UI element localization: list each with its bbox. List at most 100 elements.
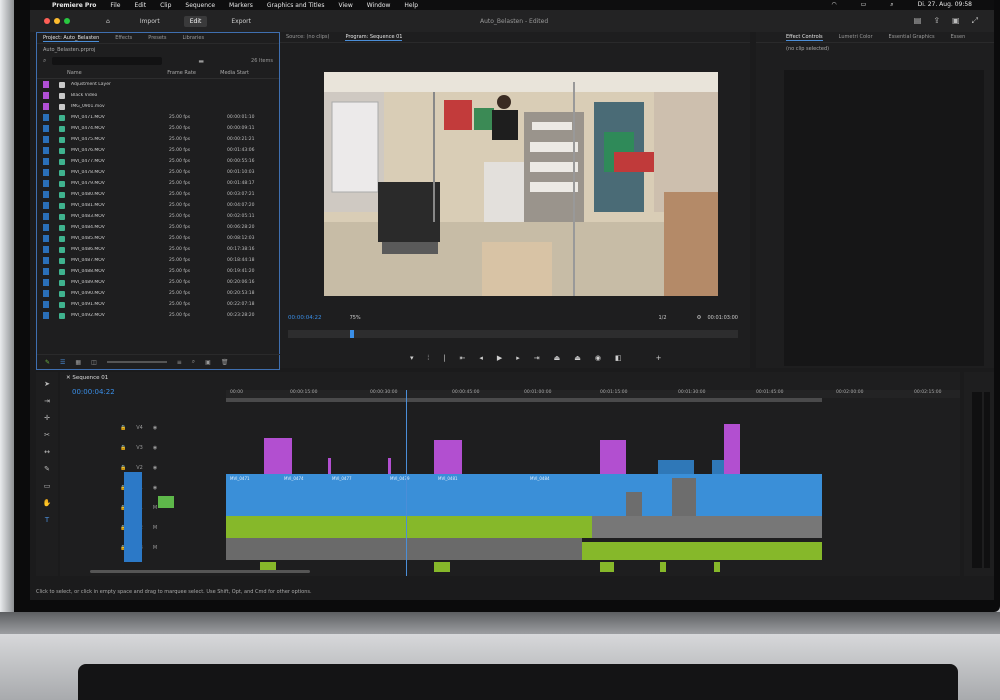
mute-icon[interactable]: M [153, 525, 157, 531]
home-icon[interactable]: ⌂ [100, 16, 116, 27]
video-clip-v1[interactable] [226, 492, 822, 518]
zoom-slider[interactable] [106, 361, 167, 363]
label-color-swatch[interactable] [43, 136, 49, 143]
adjustment-clip[interactable] [600, 440, 626, 474]
timeline-zoom-scrollbar[interactable] [90, 570, 310, 573]
quick-export-icon[interactable]: ⇪ [933, 16, 940, 26]
label-color-swatch[interactable] [43, 301, 49, 308]
label-color-swatch[interactable] [43, 103, 49, 110]
new-bin-icon[interactable]: ▬ [198, 58, 204, 65]
eye-icon[interactable]: ◉ [153, 425, 157, 431]
project-item[interactable]: MVI_0471.MOV 25.00 fps 00:00:01:10 [37, 112, 279, 123]
menu-app-name[interactable]: Premiere Pro [52, 2, 96, 9]
project-item[interactable]: MVI_0478.MOV 25.00 fps 00:01:10:03 [37, 167, 279, 178]
label-color-swatch[interactable] [43, 279, 49, 286]
extract-icon[interactable]: ⏏ [574, 354, 581, 363]
menu-item-sequence[interactable]: Sequence [185, 2, 215, 9]
project-item[interactable]: MVI_0477.MOV 25.00 fps 00:00:55:16 [37, 156, 279, 167]
audio-keyframe[interactable] [714, 562, 720, 572]
gap-clip[interactable] [626, 492, 642, 518]
tab-essential-sound[interactable]: Essen [951, 34, 966, 40]
search-icon[interactable]: ⌕ [890, 1, 893, 9]
eye-icon[interactable]: ◉ [153, 485, 157, 491]
step-forward-icon[interactable]: ▸ [516, 354, 520, 363]
slip-tool-icon[interactable]: ↔ [42, 447, 52, 457]
menu-item-clip[interactable]: Clip [160, 2, 171, 9]
project-item[interactable]: MVI_0475.MOV 25.00 fps 00:00:21:21 [37, 134, 279, 145]
label-color-swatch[interactable] [43, 169, 49, 176]
video-clip-v2[interactable] [658, 460, 694, 474]
notifications-icon[interactable]: ▣ [952, 16, 960, 26]
label-color-swatch[interactable] [43, 147, 49, 154]
gap-clip[interactable] [672, 478, 696, 518]
adjustment-clip[interactable] [434, 440, 462, 474]
trash-icon[interactable]: 🗑 [221, 359, 229, 366]
work-area-bar[interactable] [226, 398, 822, 402]
label-color-swatch[interactable] [43, 268, 49, 275]
lock-icon[interactable]: 🔒 [120, 425, 126, 431]
add-button-icon[interactable]: + [656, 354, 662, 363]
tab-libraries[interactable]: Libraries [182, 35, 204, 41]
lift-icon[interactable]: ⏏ [554, 354, 561, 363]
timeline-playhead[interactable] [406, 390, 407, 576]
menu-item-window[interactable]: Window [367, 2, 391, 9]
window-zoom-button[interactable] [64, 18, 70, 24]
project-item[interactable]: MVI_0486.MOV 25.00 fps 00:17:38:16 [37, 244, 279, 255]
project-item[interactable]: MVI_0490.MOV 25.00 fps 00:20:53:18 [37, 288, 279, 299]
window-minimize-button[interactable] [54, 18, 60, 24]
mark-out-icon[interactable]: ⦙ [428, 354, 430, 363]
adjustment-clip[interactable] [328, 458, 331, 474]
battery-icon[interactable]: ▭ [861, 1, 867, 9]
menu-item-graphics[interactable]: Graphics and Titles [267, 2, 325, 9]
project-item[interactable]: MVI_0485.MOV 25.00 fps 00:08:12:03 [37, 233, 279, 244]
new-item-icon[interactable]: ▣ [205, 359, 211, 366]
track-header[interactable]: 🔒 V4 ◉ [120, 422, 220, 434]
track-header[interactable]: 🔒 V3 ◉ [120, 442, 220, 454]
audio-clip-a1[interactable] [226, 516, 592, 538]
tab-import[interactable]: Import [134, 16, 166, 27]
mark-clip-icon[interactable]: | [443, 354, 445, 363]
adjustment-clip[interactable] [388, 458, 391, 474]
audio-clip-a1[interactable] [592, 516, 822, 538]
program-timecode[interactable]: 00:00:04:22 [288, 315, 322, 321]
audio-keyframe[interactable] [660, 562, 666, 572]
tab-lumetri-color[interactable]: Lumetri Color [839, 34, 873, 40]
project-item[interactable]: MVI_0481.MOV 25.00 fps 00:04:07:20 [37, 200, 279, 211]
compare-icon[interactable]: ◧ [615, 354, 622, 363]
video-clip-v2[interactable] [712, 460, 724, 474]
label-color-swatch[interactable] [43, 114, 49, 121]
window-close-button[interactable] [44, 18, 50, 24]
label-color-swatch[interactable] [43, 246, 49, 253]
adjustment-clip[interactable] [264, 438, 292, 474]
label-color-swatch[interactable] [43, 81, 49, 88]
search-bin-icon[interactable]: ⌕ [192, 358, 195, 366]
go-to-in-icon[interactable]: ⇤ [459, 354, 465, 363]
lock-icon[interactable]: 🔒 [120, 465, 126, 471]
tab-edit[interactable]: Edit [183, 15, 208, 27]
tab-export[interactable]: Export [225, 16, 257, 27]
tab-essential-graphics[interactable]: Essential Graphics [889, 34, 935, 40]
rectangle-tool-icon[interactable]: ▭ [42, 481, 52, 491]
audio-clip-a2[interactable] [582, 542, 822, 560]
label-color-swatch[interactable] [43, 312, 49, 319]
mute-icon[interactable]: M [153, 545, 157, 551]
icon-view-icon[interactable]: ▦ [75, 359, 81, 366]
tab-effect-controls[interactable]: Effect Controls [786, 34, 823, 41]
ripple-edit-icon[interactable]: ✛ [42, 413, 52, 423]
audio-keyframe[interactable] [600, 562, 614, 572]
project-item[interactable]: MVI_0479.MOV 25.00 fps 00:01:48:17 [37, 178, 279, 189]
pencil-icon[interactable]: ✎ [45, 359, 50, 366]
eye-icon[interactable]: ◉ [153, 445, 157, 451]
tab-source[interactable]: Source: (no clips) [286, 34, 329, 40]
eye-icon[interactable]: ◉ [153, 465, 157, 471]
step-back-icon[interactable]: ◂ [479, 354, 483, 363]
tab-presets[interactable]: Presets [148, 35, 166, 41]
label-color-swatch[interactable] [43, 191, 49, 198]
tab-program[interactable]: Program: Sequence 01 [345, 34, 403, 41]
project-item[interactable]: Black Video [37, 90, 279, 101]
project-item[interactable]: IMG_0901.mov [37, 101, 279, 112]
fullscreen-icon[interactable]: ⤢ [972, 16, 978, 26]
fit-dropdown[interactable]: 75% [350, 315, 361, 321]
column-media-start[interactable]: Media Start [220, 70, 273, 76]
label-color-swatch[interactable] [43, 213, 49, 220]
